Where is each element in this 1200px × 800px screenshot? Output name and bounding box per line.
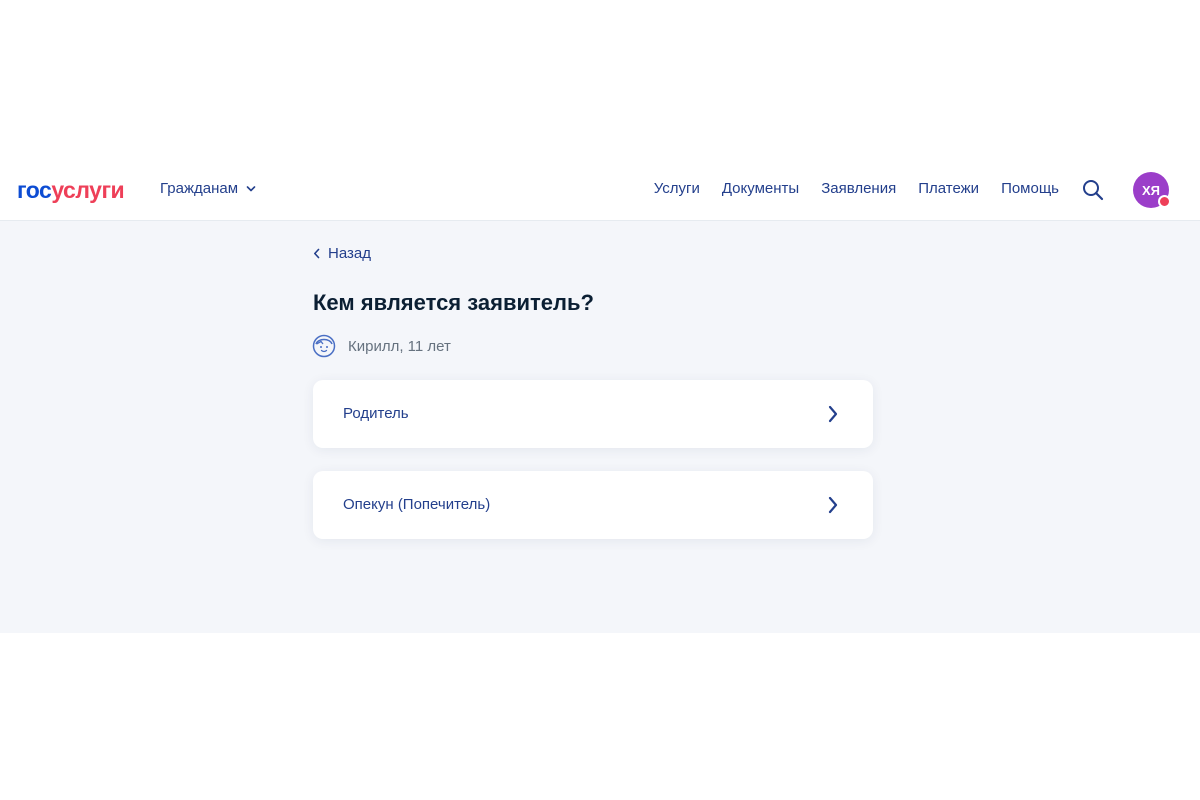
audience-selector[interactable]: Гражданам — [160, 180, 256, 197]
child-name-age: Кирилл, 11 лет — [348, 337, 451, 355]
nav-item-help[interactable]: Помощь — [1001, 180, 1059, 197]
back-label: Назад — [328, 245, 371, 262]
option-label: Родитель — [343, 405, 409, 422]
chevron-left-icon — [314, 248, 320, 259]
gosuslugi-logo[interactable]: госуслуги — [17, 177, 125, 203]
nav-item-documents[interactable]: Документы — [722, 180, 799, 197]
main-nav: Услуги Документы Заявления Платежи Помощ… — [654, 180, 1059, 197]
page-title: Кем является заявитель? — [313, 290, 594, 315]
child-face-icon — [312, 334, 336, 358]
user-avatar[interactable]: ХЯ — [1133, 172, 1171, 208]
site-header: госуслуги Гражданам Услуги Документы Зая… — [0, 160, 1200, 221]
back-link[interactable]: Назад — [313, 245, 371, 262]
logo-part-uslugi: услуги — [51, 177, 125, 203]
avatar-initials: ХЯ — [1141, 182, 1160, 198]
chevron-right-icon — [828, 405, 838, 423]
audience-label: Гражданам — [160, 180, 239, 197]
search-icon[interactable] — [1081, 178, 1105, 202]
nav-item-services[interactable]: Услуги — [654, 180, 700, 197]
chevron-down-icon — [246, 185, 256, 191]
main-content: Назад Кем является заявитель? Кирилл, 11… — [0, 221, 1200, 633]
option-parent[interactable]: Родитель — [313, 380, 873, 448]
notification-dot — [1158, 195, 1171, 208]
option-label: Опекун (Попечитель) — [343, 496, 491, 513]
option-guardian[interactable]: Опекун (Попечитель) — [313, 471, 873, 539]
nav-item-payments[interactable]: Платежи — [918, 180, 979, 197]
logo-part-gos: гос — [17, 177, 52, 203]
child-info: Кирилл, 11 лет — [312, 334, 451, 358]
chevron-right-icon — [828, 496, 838, 514]
nav-item-applications[interactable]: Заявления — [821, 180, 896, 197]
